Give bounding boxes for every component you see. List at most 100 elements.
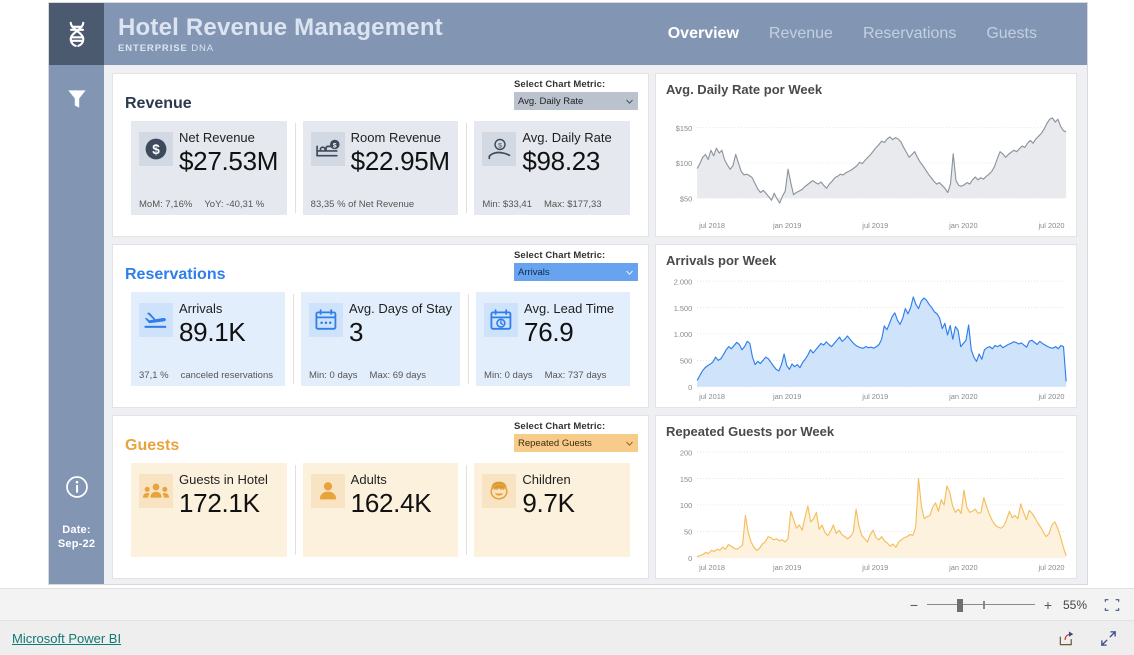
brand-name-dna: DNA bbox=[191, 43, 215, 54]
kpi-footer: Min: 0 days Max: 737 days bbox=[484, 370, 624, 381]
guests-metric-dropdown[interactable]: Repeated Guests bbox=[514, 434, 638, 452]
chart-avg-daily-rate[interactable]: $50 $100 $150 jul 2018 jan 2019 jul 2019 jan 2… bbox=[662, 102, 1072, 232]
svg-text:$100: $100 bbox=[676, 159, 692, 168]
chart-repeated-guests[interactable]: 0 50 100 150 200 jul 2018 jan 2019 jul 2019 jan … bbox=[662, 444, 1072, 574]
guests-metric-label: Select Chart Metric: bbox=[514, 421, 606, 432]
filter-funnel-icon bbox=[67, 90, 86, 108]
chart-title: Avg. Daily Rate por Week bbox=[666, 82, 823, 97]
kpi-card-children[interactable]: Children 9.7K bbox=[474, 463, 631, 557]
slider-thumb[interactable] bbox=[957, 598, 964, 612]
kpi-card-adults[interactable]: Adults 162.4K bbox=[302, 463, 459, 557]
svg-text:100: 100 bbox=[680, 501, 692, 510]
brand-name-bold: ENTERPRISE bbox=[118, 43, 188, 54]
revenue-metric-dropdown[interactable]: Avg. Daily Rate bbox=[514, 92, 638, 110]
slider-track bbox=[927, 603, 1035, 605]
chart-arrivals[interactable]: 0 500 1.000 1.500 2.000 jul 2018 jan 2019 jul 2… bbox=[662, 273, 1072, 403]
kpi-card-room-revenue[interactable]: $ Room Revenue $22.95M 83,35 % of Net Re… bbox=[302, 121, 459, 215]
reservations-cards: Arrivals 89.1K 37,1 % canceled reservati… bbox=[123, 292, 638, 386]
kpi-footer: Min: 0 days Max: 69 days bbox=[309, 370, 454, 381]
card-slot: Children 9.7K bbox=[466, 463, 638, 557]
kpi-value: 89.1K bbox=[179, 317, 246, 347]
svg-text:jan 2019: jan 2019 bbox=[772, 392, 801, 401]
kpi-foot-2: YoY: -40,31 % bbox=[204, 199, 265, 210]
header-title-group: Hotel Revenue Management ENTERPRISE DNA bbox=[118, 14, 443, 54]
bed-dollar-icon: $ bbox=[310, 132, 345, 166]
kpi-value: 76.9 bbox=[524, 317, 574, 347]
kpi-card-guests-in-hotel[interactable]: Guests in Hotel 172.1K bbox=[131, 463, 287, 557]
info-button[interactable] bbox=[49, 463, 104, 511]
svg-text:jan 2020: jan 2020 bbox=[948, 221, 977, 230]
zoom-percent-label: 55% bbox=[1062, 597, 1088, 612]
svg-text:jul 2019: jul 2019 bbox=[861, 392, 888, 401]
svg-text:jul 2019: jul 2019 bbox=[861, 221, 888, 230]
report-left-rail: Date: Sep-22 bbox=[49, 3, 104, 584]
kpi-value: 3 bbox=[348, 317, 364, 347]
power-bi-link[interactable]: Microsoft Power BI bbox=[12, 631, 121, 646]
svg-text:jul 2019: jul 2019 bbox=[861, 563, 888, 572]
power-bi-report-window: Date: Sep-22 Hotel Revenue Management EN… bbox=[0, 0, 1134, 655]
calendar-days-icon bbox=[308, 303, 343, 337]
kpi-footer: 83,35 % of Net Revenue bbox=[311, 199, 453, 210]
kpi-footer: Min: $33,41 Max: $177,33 bbox=[482, 199, 624, 210]
revenue-metric-value: Avg. Daily Rate bbox=[518, 95, 584, 107]
report-content: Revenue Select Chart Metric: Avg. Daily … bbox=[104, 65, 1087, 584]
kpi-card-avg-lead-time[interactable]: Avg. Lead Time 76.9 Min: 0 days Max: 737… bbox=[476, 292, 630, 386]
svg-text:jan 2020: jan 2020 bbox=[948, 563, 977, 572]
nav-tab-overview[interactable]: Overview bbox=[668, 25, 739, 43]
reservations-section-title: Reservations bbox=[125, 266, 226, 283]
people-group-icon bbox=[139, 474, 173, 508]
kpi-card-avg-days-of-stay[interactable]: Avg. Days of Stay 3 Min: 0 days Max: 69 … bbox=[300, 292, 461, 386]
svg-text:50: 50 bbox=[684, 527, 692, 536]
kpi-title: Avg. Days of Stay bbox=[348, 301, 453, 316]
reservations-metric-dropdown[interactable]: Arrivals bbox=[514, 263, 638, 281]
svg-text:$: $ bbox=[333, 142, 337, 149]
zoom-out-button[interactable]: − bbox=[908, 598, 920, 612]
guests-metric-value: Repeated Guests bbox=[518, 437, 592, 449]
kpi-title: Guests in Hotel bbox=[179, 472, 268, 487]
guests-chart-panel: Repeated Guests por Week 0 50 100 150 200 jul… bbox=[655, 415, 1077, 579]
slider-tick bbox=[983, 600, 985, 609]
page-title: Hotel Revenue Management bbox=[118, 14, 443, 41]
kpi-footer: 37,1 % canceled reservations bbox=[139, 370, 279, 381]
card-slot: Arrivals 89.1K 37,1 % canceled reservati… bbox=[123, 292, 293, 386]
nav-tab-revenue[interactable]: Revenue bbox=[769, 25, 833, 43]
zoom-slider[interactable] bbox=[927, 598, 1035, 612]
kpi-card-avg-daily-rate[interactable]: $ Avg. Daily Rate $98.23 Min: $33,41 Max… bbox=[474, 121, 631, 215]
kpi-title: Arrivals bbox=[179, 301, 223, 316]
footer-bar: Microsoft Power BI bbox=[0, 620, 1134, 655]
chevron-down-icon bbox=[626, 441, 633, 446]
reservations-kpi-panel: Reservations Select Chart Metric: Arriva… bbox=[112, 244, 649, 408]
reservations-metric-selector: Select Chart Metric: Arrivals bbox=[514, 250, 638, 281]
status-bar: − + 55% bbox=[0, 588, 1134, 620]
filter-button[interactable] bbox=[49, 75, 104, 123]
svg-text:jul 2020: jul 2020 bbox=[1038, 563, 1065, 572]
svg-text:jul 2020: jul 2020 bbox=[1038, 221, 1065, 230]
svg-text:200: 200 bbox=[680, 448, 692, 457]
fit-to-page-button[interactable] bbox=[1102, 595, 1122, 615]
fullscreen-arrows-icon bbox=[1100, 630, 1116, 646]
kpi-foot-1: 83,35 % of Net Revenue bbox=[310, 199, 415, 210]
chart-title: Arrivals por Week bbox=[666, 253, 777, 268]
nav-tab-reservations[interactable]: Reservations bbox=[863, 25, 956, 43]
svg-text:1.500: 1.500 bbox=[674, 304, 693, 313]
dna-icon bbox=[69, 21, 84, 47]
revenue-metric-selector: Select Chart Metric: Avg. Daily Rate bbox=[514, 79, 638, 110]
svg-text:2.000: 2.000 bbox=[674, 277, 693, 286]
kpi-foot-2: Max: 737 days bbox=[544, 370, 607, 381]
reservations-metric-label: Select Chart Metric: bbox=[514, 250, 606, 261]
nav-tab-guests[interactable]: Guests bbox=[986, 25, 1037, 43]
guests-metric-selector: Select Chart Metric: Repeated Guests bbox=[514, 421, 638, 452]
svg-text:jan 2019: jan 2019 bbox=[772, 221, 801, 230]
zoom-in-button[interactable]: + bbox=[1042, 598, 1054, 612]
kpi-card-arrivals[interactable]: Arrivals 89.1K 37,1 % canceled reservati… bbox=[131, 292, 285, 386]
guests-section-title: Guests bbox=[125, 437, 180, 454]
kpi-footer: MoM: 7,16% YoY: -40,31 % bbox=[139, 199, 281, 210]
kpi-card-net-revenue[interactable]: $ Net Revenue $27.53M MoM: 7,16% YoY: -4… bbox=[131, 121, 287, 215]
fullscreen-button[interactable] bbox=[1098, 628, 1118, 648]
share-button[interactable] bbox=[1056, 628, 1076, 648]
kpi-title: Adults bbox=[350, 472, 387, 487]
kpi-value: $98.23 bbox=[522, 146, 601, 176]
share-icon bbox=[1059, 631, 1073, 645]
svg-text:jan 2019: jan 2019 bbox=[772, 563, 801, 572]
info-circle-icon bbox=[65, 476, 88, 498]
